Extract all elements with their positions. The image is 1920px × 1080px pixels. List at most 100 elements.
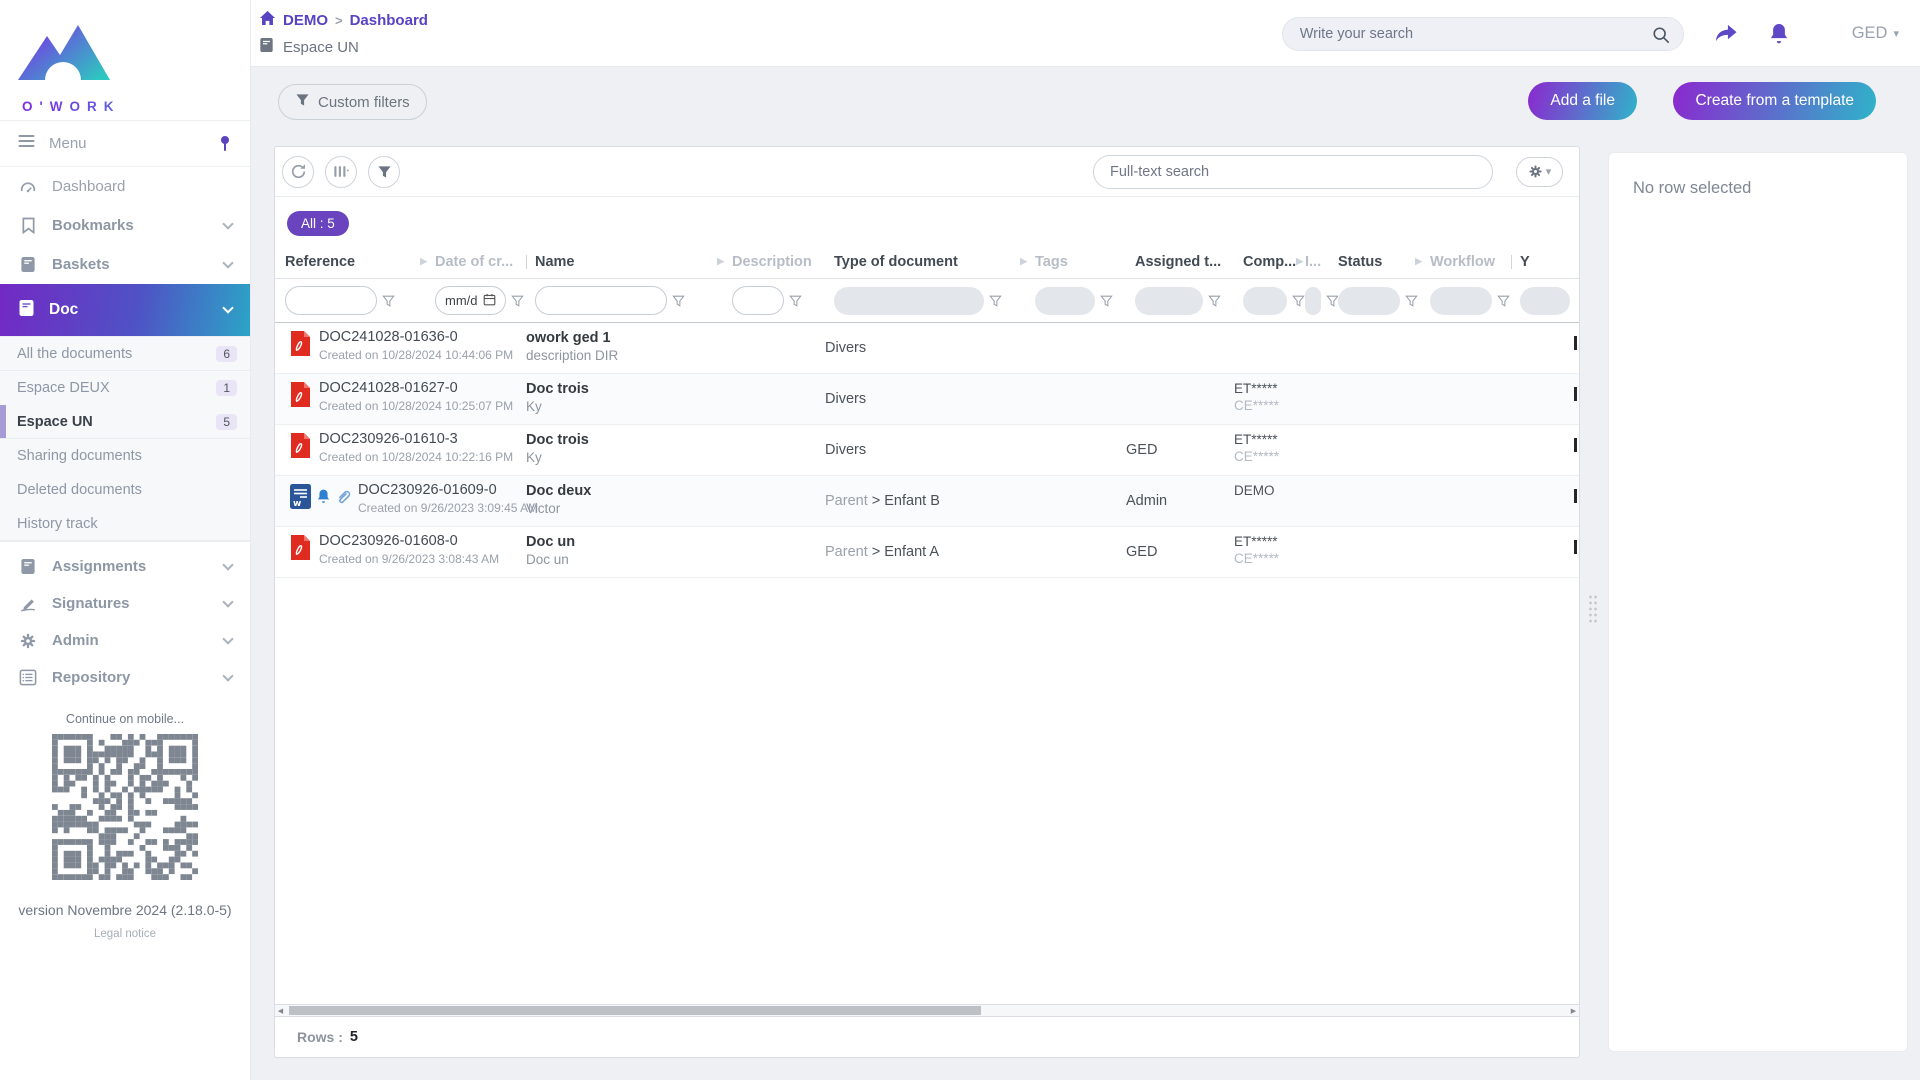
add-file-button[interactable]: Add a file bbox=[1528, 82, 1637, 120]
version-text: version Novembre 2024 (2.18.0-5) bbox=[0, 902, 250, 918]
table-row[interactable]: DOC230926-01610-3Created on 10/28/2024 1… bbox=[275, 425, 1579, 476]
rows-count-label: Rows : bbox=[297, 1029, 343, 1045]
filter-input[interactable] bbox=[535, 286, 667, 315]
column-header-name[interactable]: Name▶ bbox=[535, 254, 732, 270]
sidebar-subitem-espace-un[interactable]: Espace UN5 bbox=[0, 405, 250, 439]
table-settings-button[interactable]: ▾ bbox=[1516, 157, 1563, 187]
rows-count-value: 5 bbox=[350, 1029, 358, 1045]
breadcrumb-current[interactable]: Dashboard bbox=[350, 12, 428, 29]
pin-icon[interactable] bbox=[218, 135, 232, 152]
column-header-tags[interactable]: Tags bbox=[1035, 254, 1135, 270]
custom-filters-button[interactable]: Custom filters bbox=[278, 84, 427, 120]
column-header-comp-[interactable]: Comp...▶ bbox=[1243, 254, 1305, 270]
profile-menu[interactable]: GED ▾ bbox=[1852, 24, 1899, 43]
funnel-icon[interactable] bbox=[1405, 295, 1418, 307]
funnel-icon[interactable] bbox=[1100, 295, 1113, 307]
columns-button[interactable] bbox=[325, 156, 357, 188]
chevron-down-icon bbox=[222, 670, 233, 681]
column-label: Type of document bbox=[834, 254, 958, 270]
column-header-type-of-document[interactable]: Type of document ▶ bbox=[834, 254, 1035, 270]
funnel-icon[interactable] bbox=[1326, 295, 1338, 307]
table-row[interactable]: DOC241028-01627-0Created on 10/28/2024 1… bbox=[275, 374, 1579, 425]
search-icon[interactable] bbox=[1652, 26, 1670, 49]
legal-notice-link[interactable]: Legal notice bbox=[0, 928, 250, 940]
company-main: ET***** bbox=[1234, 381, 1279, 396]
column-header-status[interactable]: Status▶ bbox=[1338, 254, 1430, 270]
sidebar-item-assignments[interactable]: Assignments bbox=[0, 548, 250, 585]
filter-input[interactable] bbox=[732, 286, 784, 315]
sidebar-subitem-all-the-documents[interactable]: All the documents6 bbox=[0, 337, 250, 371]
column-header-i-[interactable]: I... bbox=[1305, 254, 1338, 270]
funnel-icon[interactable] bbox=[789, 295, 802, 307]
funnel-icon[interactable] bbox=[1497, 295, 1510, 307]
document-subtitle: description DIR bbox=[526, 348, 618, 363]
sidebar-item-signatures[interactable]: Signatures bbox=[0, 585, 250, 622]
sort-arrow-icon[interactable]: ▶ bbox=[1415, 256, 1422, 267]
table-row[interactable]: wDOC230926-01609-0Created on 9/26/2023 3… bbox=[275, 476, 1579, 527]
date-filter-input[interactable]: mm/d bbox=[435, 286, 506, 315]
home-icon[interactable] bbox=[259, 10, 276, 31]
sidebar-subitem-history-track[interactable]: History track bbox=[0, 507, 250, 541]
column-header-assigned-t-[interactable]: Assigned t... bbox=[1135, 254, 1243, 270]
sort-arrow-icon[interactable]: ▶ bbox=[1020, 256, 1027, 267]
sidebar-item-bookmarks[interactable]: Bookmarks bbox=[0, 206, 250, 245]
created-date: Created on 9/26/2023 3:09:45 AM bbox=[358, 501, 538, 515]
global-search-input[interactable] bbox=[1283, 18, 1683, 50]
scrollbar-thumb[interactable] bbox=[289, 1006, 981, 1015]
count-badge: 6 bbox=[216, 346, 237, 362]
column-header-workflow[interactable]: Workflow bbox=[1430, 254, 1520, 270]
funnel-icon[interactable] bbox=[1208, 295, 1221, 307]
company-main: ET***** bbox=[1234, 534, 1279, 549]
sidebar-item-repository[interactable]: Repository bbox=[0, 659, 250, 696]
hamburger-icon[interactable] bbox=[18, 134, 35, 153]
mobile-hint: Continue on mobile... bbox=[0, 712, 250, 726]
share-icon[interactable] bbox=[1713, 22, 1739, 45]
column-header-y[interactable]: Y bbox=[1520, 254, 1580, 270]
sidebar-item-doc[interactable]: Doc bbox=[0, 284, 250, 336]
document-subtitle: Ky bbox=[526, 450, 589, 465]
tab-all-badge[interactable]: All : 5 bbox=[287, 211, 349, 236]
column-header-date-of-cr-[interactable]: Date of cr... bbox=[435, 254, 535, 270]
menu-toggle[interactable]: Menu bbox=[0, 121, 250, 166]
funnel-icon[interactable] bbox=[382, 295, 395, 307]
sidebar-item-dashboard[interactable]: Dashboard bbox=[0, 167, 250, 206]
sort-arrow-icon[interactable]: ▶ bbox=[717, 256, 724, 267]
sidebar-item-baskets[interactable]: Baskets bbox=[0, 245, 250, 284]
sidebar-subitem-espace-deux[interactable]: Espace DEUX1 bbox=[0, 371, 250, 405]
reference-cell: DOC230926-01608-0Created on 9/26/2023 3:… bbox=[319, 533, 499, 566]
type-cell: Parent > Enfant A bbox=[825, 527, 939, 578]
sidebar-item-admin[interactable]: Admin bbox=[0, 622, 250, 659]
funnel-icon[interactable] bbox=[989, 295, 1002, 307]
gear-icon bbox=[1528, 164, 1543, 179]
funnel-icon[interactable] bbox=[672, 295, 685, 307]
fulltext-search-input[interactable] bbox=[1094, 156, 1492, 188]
pdf-icon bbox=[289, 330, 312, 362]
sidebar-subitem-sharing-documents[interactable]: Sharing documents bbox=[0, 439, 250, 473]
subitem-label: Sharing documents bbox=[17, 448, 142, 464]
sort-arrow-icon[interactable]: ▶ bbox=[1296, 256, 1303, 267]
table-row[interactable]: DOC241028-01636-0Created on 10/28/2024 1… bbox=[275, 323, 1579, 374]
funnel-icon[interactable] bbox=[1292, 295, 1305, 307]
sidebar-subitem-deleted-documents[interactable]: Deleted documents bbox=[0, 473, 250, 507]
column-header-reference[interactable]: Reference▶ bbox=[285, 254, 435, 270]
reference-value: DOC241028-01636-0 bbox=[319, 329, 513, 345]
horizontal-scrollbar[interactable]: ◀ ▶ bbox=[275, 1004, 1579, 1017]
reference-value: DOC230926-01608-0 bbox=[319, 533, 499, 549]
sort-arrow-icon[interactable]: ▶ bbox=[420, 256, 427, 267]
created-date: Created on 10/28/2024 10:22:16 PM bbox=[319, 450, 513, 464]
resize-handle[interactable] bbox=[1588, 594, 1599, 624]
filter-button[interactable] bbox=[368, 156, 400, 188]
type-value: Divers bbox=[825, 442, 866, 458]
filter-input[interactable] bbox=[285, 286, 377, 315]
refresh-button[interactable] bbox=[282, 156, 314, 188]
document-icons bbox=[289, 431, 312, 465]
column-header-description[interactable]: Description bbox=[732, 254, 834, 270]
breadcrumb-root[interactable]: DEMO bbox=[283, 12, 328, 29]
scroll-right-arrow-icon[interactable]: ▶ bbox=[1568, 1005, 1579, 1016]
table-row[interactable]: DOC230926-01608-0Created on 9/26/2023 3:… bbox=[275, 527, 1579, 578]
chevron-down-icon bbox=[222, 559, 233, 570]
create-template-button[interactable]: Create from a template bbox=[1673, 82, 1876, 120]
notifications-bell-icon[interactable] bbox=[1768, 22, 1790, 46]
scroll-left-arrow-icon[interactable]: ◀ bbox=[275, 1005, 286, 1016]
funnel-icon[interactable] bbox=[511, 295, 524, 307]
